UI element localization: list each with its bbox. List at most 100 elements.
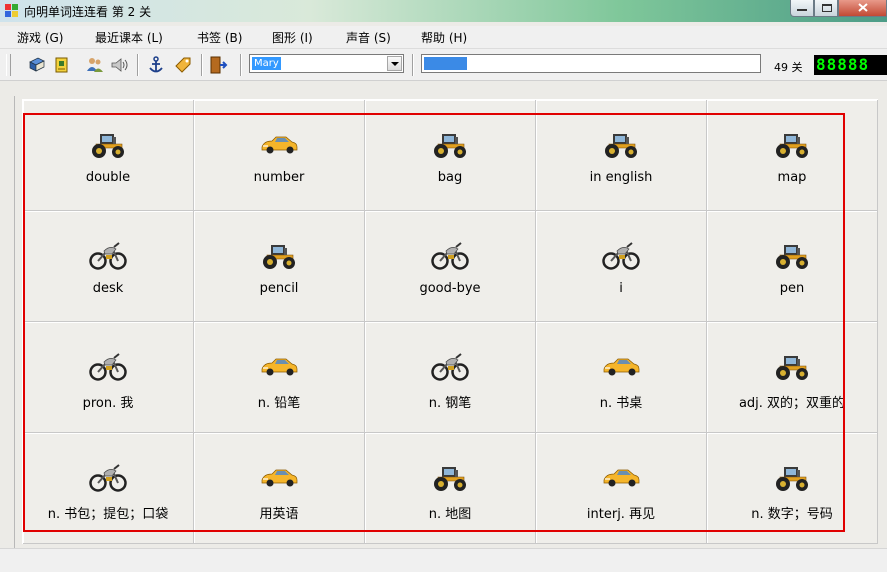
board-frame [14,96,15,548]
board-tile[interactable]: n. 书包；提包；口袋 [23,433,194,544]
tractor-icon [772,350,812,382]
tile-word: number [253,170,305,185]
progress-fill [424,57,467,70]
tractor-icon [88,128,128,160]
tile-word: pencil [259,281,299,296]
tractor-icon [772,239,812,271]
tile-word: i [619,281,623,296]
board-tile[interactable]: n. 铅笔 [194,322,365,433]
toolbar: Mary 49 关 88888 [0,49,887,81]
tile-word: pen [779,281,805,296]
maximize-button[interactable] [814,0,838,17]
board-tile[interactable]: n. 数字；号码 [707,433,878,544]
board-tile[interactable]: adj. 双的；双重的 [707,322,878,433]
motorcycle-icon [430,239,470,271]
motorcycle-icon [88,461,128,493]
tile-word: n. 钢笔 [428,396,472,411]
tile-word: desk [92,281,124,296]
toolbar-separator [412,54,414,76]
name-select-value: Mary [252,57,281,70]
name-select[interactable]: Mary [249,54,404,73]
tile-word: adj. 双的；双重的 [738,396,846,411]
car-icon [259,128,299,160]
board-tile[interactable]: 用英语 [194,433,365,544]
toolbar-separator [201,54,203,76]
tractor-icon [601,128,641,160]
tile-word: map [777,170,807,185]
board-tile[interactable]: n. 钢笔 [365,322,536,433]
motorcycle-icon [601,239,641,271]
board-tile[interactable]: interj. 再见 [536,433,707,544]
car-icon [259,350,299,382]
motorcycle-icon [88,350,128,382]
tile-word: n. 书桌 [599,396,643,411]
menu-bookmarks[interactable]: 书签 (B) [197,29,242,46]
minimize-button[interactable] [790,0,814,17]
tractor-icon [259,239,299,271]
minimize-icon [797,5,807,11]
menu-graphics[interactable]: 图形 (I) [272,29,313,46]
tile-word: pron. 我 [82,396,134,411]
tile-word: double [85,170,131,185]
board-tile[interactable]: number [194,100,365,211]
board-tile[interactable]: desk [23,211,194,322]
board-tile[interactable]: map [707,100,878,211]
toolbar-grip[interactable] [6,54,11,76]
board-tile[interactable]: pron. 我 [23,322,194,433]
progress-bar [421,54,761,73]
tile-word: good-bye [419,281,481,296]
car-icon [601,461,641,493]
toolbar-separator [137,54,139,76]
board-tile[interactable]: n. 书桌 [536,322,707,433]
board-tile[interactable]: bag [365,100,536,211]
exit-door-icon[interactable] [208,55,228,75]
tile-word: interj. 再见 [586,507,656,522]
menu-sound[interactable]: 声音 (S) [346,29,391,46]
card-icon[interactable] [52,55,72,75]
title-bar: 向明单词连连看 第 2 关 [0,0,887,22]
tile-word: bag [437,170,463,185]
tag-icon[interactable] [173,55,193,75]
tile-word: n. 书包；提包；口袋 [47,507,169,522]
close-button[interactable] [838,0,887,17]
board-tile[interactable]: pen [707,211,878,322]
menu-recent-textbooks[interactable]: 最近课本 (L) [95,29,163,46]
menu-game[interactable]: 游戏 (G) [17,29,63,46]
level-count: 49 关 [774,61,803,74]
menu-help[interactable]: 帮助 (H) [421,29,467,46]
game-board: double number bag in english map desk pencil go… [18,99,879,547]
board-tile[interactable]: in english [536,100,707,211]
board-tile[interactable]: i [536,211,707,322]
tile-word: n. 铅笔 [257,396,301,411]
car-icon [259,461,299,493]
tractor-icon [430,461,470,493]
car-icon [601,350,641,382]
board-tile[interactable]: n. 地图 [365,433,536,544]
tile-word: n. 数字；号码 [751,507,833,522]
window-title: 向明单词连连看 第 2 关 [24,5,152,19]
speaker-icon[interactable] [109,55,129,75]
tractor-icon [772,128,812,160]
maximize-icon [822,4,832,12]
close-icon [858,3,868,12]
tile-word: n. 地图 [428,507,472,522]
app-icon [5,4,18,17]
motorcycle-icon [88,239,128,271]
tile-word: in english [589,170,653,185]
people-icon[interactable] [85,55,105,75]
motorcycle-icon [430,350,470,382]
board-tile[interactable]: good-bye [365,211,536,322]
timer-display: 88888 [814,55,887,75]
toolbar-separator [240,54,242,76]
board-tile[interactable]: double [23,100,194,211]
menu-bar: 游戏 (G) 最近课本 (L) 书签 (B) 图形 (I) 声音 (S) 帮助 … [0,26,887,49]
chevron-down-icon[interactable] [387,56,402,71]
book-icon[interactable] [27,55,47,75]
board-tile[interactable]: pencil [194,211,365,322]
status-bar [0,548,887,572]
tractor-icon [772,461,812,493]
tractor-icon [430,128,470,160]
tile-word: 用英语 [259,507,299,522]
tile-grid: double number bag in english map desk pencil go… [22,99,878,544]
anchor-icon[interactable] [146,55,166,75]
